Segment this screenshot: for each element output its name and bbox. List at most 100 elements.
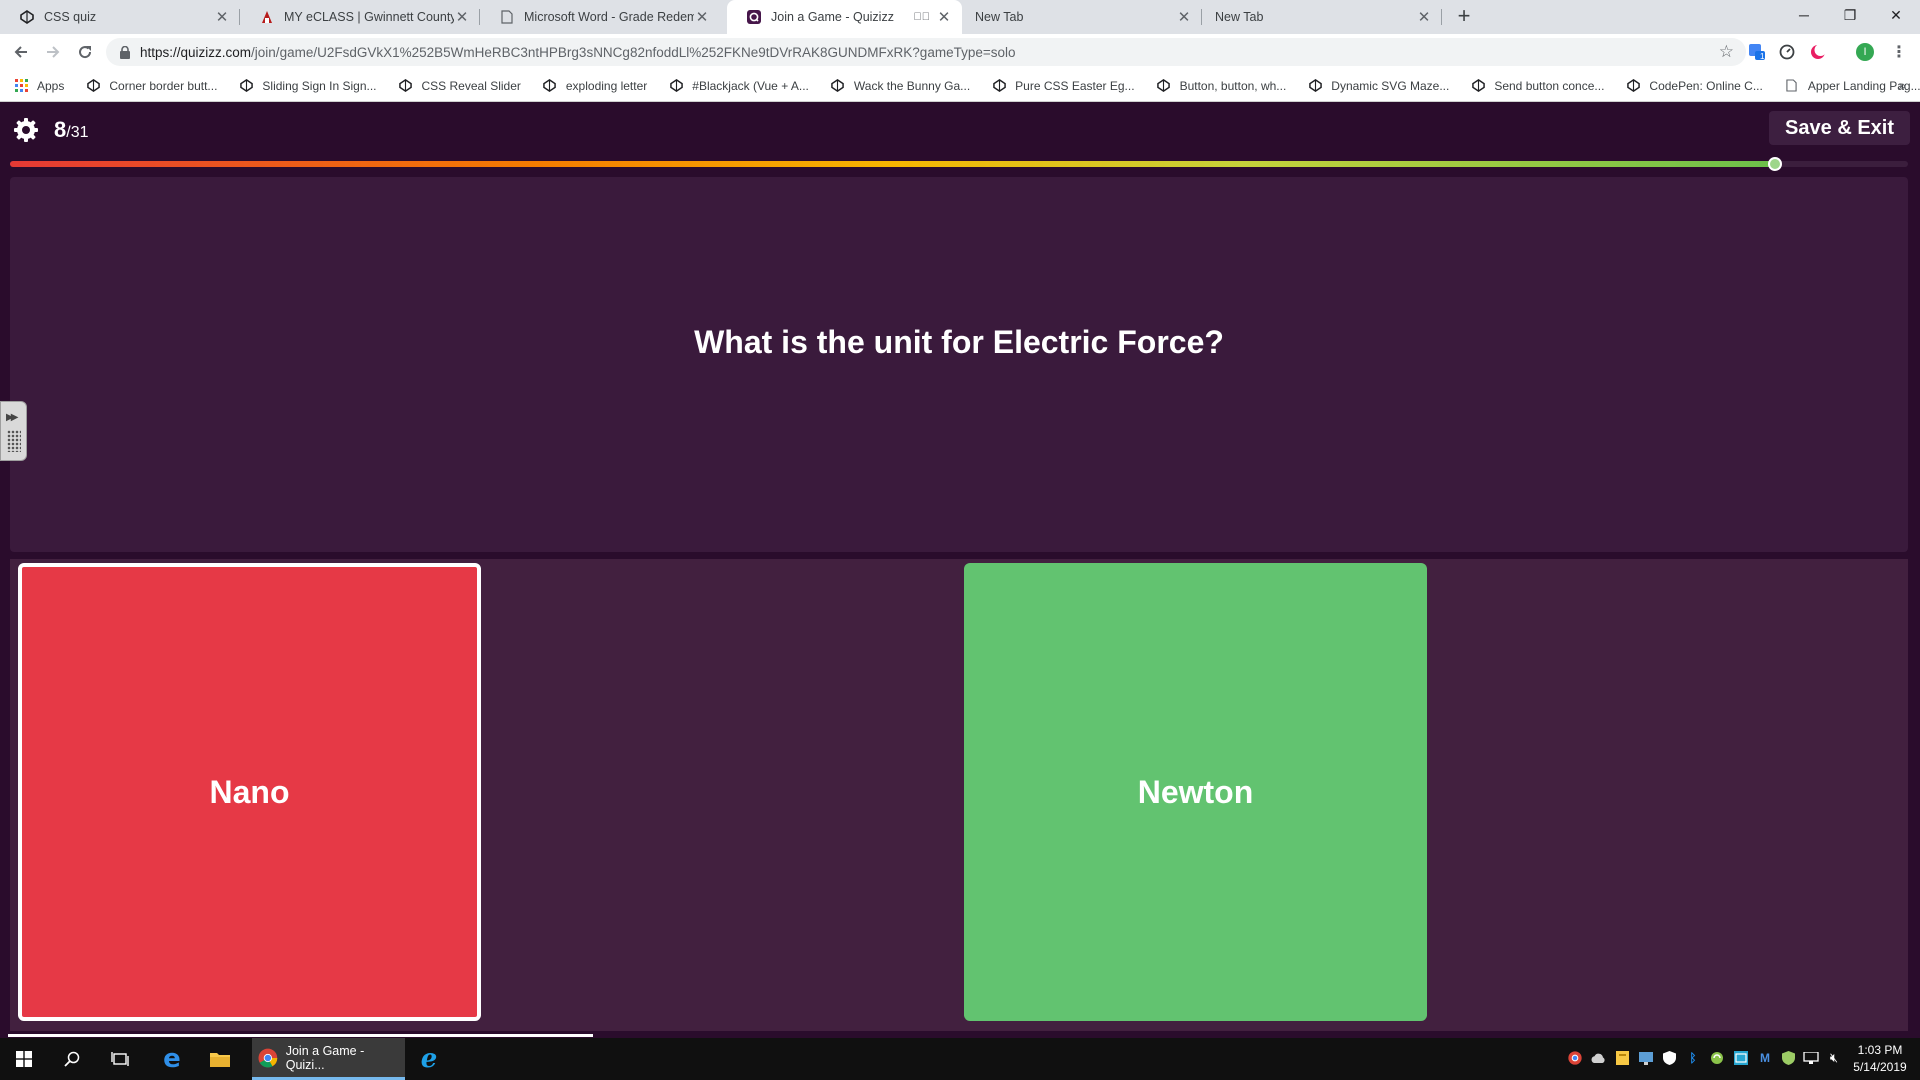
search-icon <box>64 1051 80 1067</box>
reload-icon <box>79 46 92 59</box>
question-text: What is the unit for Electric Force? <box>694 323 1224 360</box>
answer-option-label: Newton <box>1137 773 1254 810</box>
tab-separator <box>1441 9 1442 25</box>
back-button[interactable] <box>9 40 33 64</box>
reload-button[interactable] <box>73 40 97 64</box>
bookmark-item[interactable]: exploding letter <box>543 79 647 93</box>
extension-translate-icon[interactable]: 1 <box>1747 42 1767 62</box>
total-questions: /31 <box>66 124 89 141</box>
extension-dark-mode-icon[interactable] <box>1808 42 1828 62</box>
tray-cloud-icon[interactable] <box>1590 1050 1606 1066</box>
close-tab-icon[interactable]: ✕ <box>1416 8 1432 26</box>
quiz-top-bar: 8/31 Save & Exit <box>0 103 1920 155</box>
task-view-button[interactable] <box>96 1038 144 1080</box>
bookmark-item[interactable]: Dynamic SVG Maze... <box>1308 79 1449 93</box>
lock-icon <box>120 45 130 59</box>
browser-tab-word-doc[interactable]: Microsoft Word - Grade Redemp ✕ <box>480 0 720 34</box>
bookmark-label: Apps <box>37 78 65 93</box>
profile-avatar[interactable]: I <box>1855 42 1875 62</box>
bookmark-item[interactable]: Corner border butt... <box>86 79 217 93</box>
codepen-icon <box>543 79 557 93</box>
browser-tab-new-tab-2[interactable]: New Tab ✕ <box>1202 0 1442 34</box>
taskbar-edge-app[interactable]: e <box>148 1038 196 1080</box>
extension-speedometer-icon[interactable] <box>1777 42 1797 62</box>
taskbar-search-button[interactable] <box>48 1038 96 1080</box>
quizizz-icon <box>747 10 761 24</box>
codepen-icon <box>239 79 253 93</box>
bookmark-item[interactable]: Send button conce... <box>1471 79 1604 93</box>
double-chevron-right-icon: ▶▶ <box>6 412 19 423</box>
bookmark-item[interactable]: Wack the Bunny Ga... <box>831 79 970 93</box>
bookmark-label: Dynamic SVG Maze... <box>1331 78 1450 93</box>
close-window-button[interactable]: ✕ <box>1873 0 1919 30</box>
tray-volume-muted-icon[interactable]: 🔇︎ <box>1826 1050 1842 1066</box>
tab-title: New Tab <box>975 10 1024 24</box>
quiz-page: 8/31 Save & Exit What is the unit for El… <box>0 103 1920 1038</box>
side-drawer-handle[interactable]: ▶▶ <box>0 401 27 461</box>
tray-display-icon[interactable] <box>1638 1050 1654 1066</box>
windows-start-button[interactable] <box>0 1038 48 1080</box>
tray-network-drive-icon[interactable] <box>1733 1050 1749 1066</box>
close-tab-icon[interactable]: ✕ <box>454 8 470 26</box>
forward-button[interactable] <box>41 40 65 64</box>
chrome-icon <box>258 1048 278 1067</box>
bookmark-item[interactable]: Button, button, wh... <box>1157 78 1287 93</box>
browser-tab-new-tab-1[interactable]: New Tab ✕ <box>962 0 1202 34</box>
address-bar[interactable]: https://quizizz.com/join/game/U2FsdGVkX1… <box>106 38 1746 66</box>
url-host: https://quizizz.com <box>140 44 252 60</box>
tab-title: Microsoft Word - Grade Redemp <box>524 10 694 24</box>
close-tab-icon[interactable]: ✕ <box>694 8 710 26</box>
bookmark-star-icon[interactable]: ☆ <box>1719 42 1734 62</box>
forward-arrow-icon <box>47 46 60 58</box>
bookmark-apps[interactable]: Apps <box>14 79 64 93</box>
bookmark-item[interactable]: CSS Reveal Slider <box>399 79 521 93</box>
bookmarks-overflow-icon[interactable]: » <box>1898 77 1906 93</box>
extension-badge-count: 1 <box>1760 52 1765 61</box>
bookmark-item[interactable]: CodePen: Online C... <box>1626 79 1763 93</box>
taskbar-chrome-app[interactable]: Join a Game - Quizi... <box>252 1038 405 1080</box>
tray-bluetooth-icon[interactable]: ᛒ <box>1685 1050 1701 1066</box>
tray-network-icon[interactable] <box>1803 1050 1819 1066</box>
codepen-icon <box>20 10 34 24</box>
browser-tab-eclass[interactable]: MY eCLASS | Gwinnett County Pu ✕ <box>240 0 480 34</box>
codepen-icon <box>1471 79 1485 93</box>
answer-option-incorrect[interactable]: Nano <box>18 563 481 1021</box>
codepen-icon <box>992 79 1006 93</box>
browser-tab-quizizz[interactable]: Join a Game - Quizizz ◀ﾞ ✕ <box>727 0 962 34</box>
tray-shield-check-icon[interactable] <box>1780 1050 1796 1066</box>
bookmark-label: Button, button, wh... <box>1179 78 1287 93</box>
taskbar-file-explorer-app[interactable] <box>196 1038 244 1080</box>
tray-security-shield-icon[interactable] <box>1661 1050 1677 1066</box>
codepen-icon <box>1308 79 1322 93</box>
task-view-icon <box>111 1052 129 1066</box>
new-tab-button[interactable]: + <box>1452 5 1476 29</box>
answer-option-label: Nano <box>209 773 290 810</box>
answer-option-correct[interactable]: Newton <box>964 563 1427 1021</box>
document-icon <box>1785 79 1799 93</box>
taskbar-internet-explorer-app[interactable]: e <box>405 1038 453 1080</box>
bookmark-label: Pure CSS Easter Eg... <box>1015 78 1135 93</box>
browser-tab-css-quiz[interactable]: CSS quiz ✕ <box>0 0 240 34</box>
close-tab-icon[interactable]: ✕ <box>1176 8 1192 26</box>
browser-menu-icon[interactable]: ⋮ <box>1889 42 1909 62</box>
tray-malwarebytes-icon[interactable]: M <box>1757 1050 1773 1066</box>
windows-logo-icon <box>16 1051 32 1067</box>
minimize-window-button[interactable]: ─ <box>1781 0 1827 30</box>
taskbar-clock[interactable]: 1:03 PM 5/14/2019 <box>1850 1042 1910 1076</box>
save-exit-button[interactable]: Save & Exit <box>1769 111 1910 145</box>
tray-sticky-notes-icon[interactable] <box>1614 1050 1630 1066</box>
codepen-icon <box>1157 79 1171 93</box>
tray-sync-icon[interactable] <box>1709 1050 1725 1066</box>
bookmark-item[interactable]: Pure CSS Easter Eg... <box>992 78 1135 93</box>
restore-window-button[interactable]: ❐ <box>1827 0 1873 30</box>
tray-chrome-icon[interactable] <box>1567 1050 1583 1066</box>
bookmark-label: Send button conce... <box>1494 78 1605 93</box>
close-tab-icon[interactable]: ✕ <box>936 8 952 26</box>
bookmark-item[interactable]: #Blackjack (Vue + A... <box>669 79 809 93</box>
muted-speaker-icon[interactable]: ◀ﾞ <box>914 11 931 23</box>
close-tab-icon[interactable]: ✕ <box>214 8 230 26</box>
taskbar-app-label: Join a Game - Quizi... <box>285 1043 365 1072</box>
bookmark-item[interactable]: Sliding Sign In Sign... <box>239 79 377 93</box>
bookmark-label: Corner border butt... <box>109 78 218 93</box>
settings-gear-icon[interactable] <box>12 116 40 144</box>
